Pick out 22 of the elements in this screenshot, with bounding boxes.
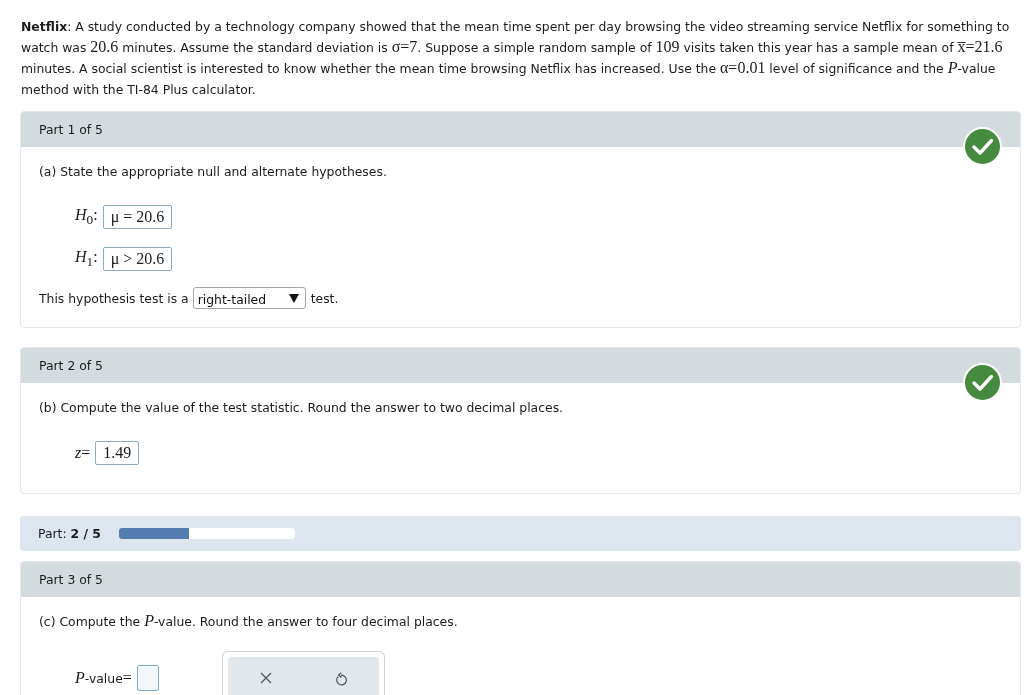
answer-label: z= <box>75 445 91 461</box>
part-title: Part 3 of 5 <box>39 572 103 587</box>
progress-label: Part: 2 / 5 <box>38 526 101 541</box>
answer-label: H$_{1}$: <box>75 249 98 269</box>
answer-label: H$_{0}$: <box>75 207 98 227</box>
answer-field[interactable]: μ > 20.6 <box>102 247 173 271</box>
sentence-text: test. <box>310 290 339 306</box>
answer-field[interactable]: 1.49 <box>95 441 140 465</box>
answer-field[interactable] <box>136 665 159 691</box>
undo-icon <box>335 672 348 686</box>
caret-icon <box>288 293 299 303</box>
x-icon <box>259 672 272 684</box>
question-prompt: (b) Compute the value of the test statistic. Round the answer to two decimal places. <box>39 399 565 417</box>
answer-field[interactable]: μ = 20.6 <box>102 205 173 229</box>
question-prompt: (c) Compute the P-value. Round the answer to four decimal places. <box>39 612 459 631</box>
tail-dropdown[interactable]: right-tailed <box>192 287 306 309</box>
question-prompt: (a) State the appropriate null and alternate hypotheses. <box>39 163 388 181</box>
sentence-text: This hypothesis test is a <box>39 290 189 306</box>
problem-statement: Netflix: A study conducted by a technology company showed that the mean time spent per day browsing the video streaming service Netflix for something to watch was 20.6 minutes. Assume the standard deviation is σ=7. Suppose a simple random sample of 109 visits taken this year has a sample mean of x̅=21.6 minutes. A social scientist is interested to know whether the mean time browsing Netflix has increased. Use the α=0.01 level of significance and the P-value method with the TI-84 Plus calculator. <box>21 18 1011 99</box>
answer-label: P-value= <box>75 670 132 686</box>
part-title: Part 2 of 5 <box>39 358 103 373</box>
part-title: Part 1 of 5 <box>39 122 103 137</box>
